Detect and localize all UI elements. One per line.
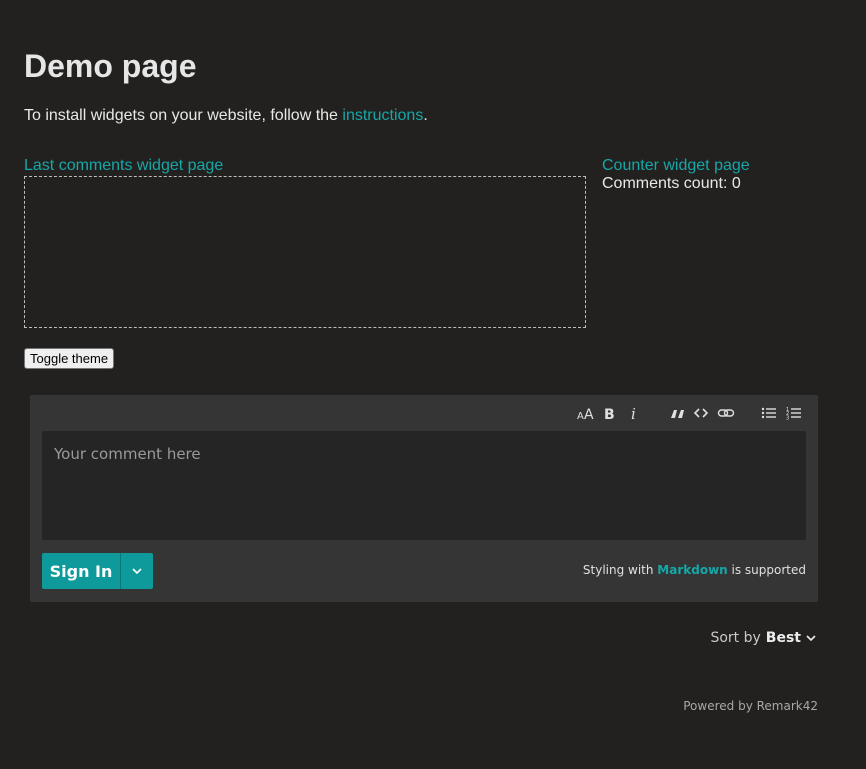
chevron-down-icon	[132, 568, 142, 574]
link-icon[interactable]	[716, 401, 736, 425]
chevron-down-icon	[806, 635, 816, 641]
sign-in-button-group: Sign In	[42, 553, 153, 589]
instructions-link[interactable]: instructions	[342, 107, 423, 124]
last-comments-widget-link[interactable]: Last comments widget page	[24, 157, 223, 175]
comment-placeholder: Your comment here	[54, 445, 201, 463]
intro-text: To install widgets on your website, foll…	[24, 107, 428, 125]
intro-suffix: .	[423, 107, 428, 124]
sort-value: Best	[765, 630, 801, 646]
bold-icon[interactable]: B	[601, 401, 617, 425]
markdown-link[interactable]: Markdown	[657, 563, 727, 577]
svg-text:i: i	[631, 406, 636, 420]
svg-text:A: A	[577, 411, 584, 420]
page-title: Demo page	[24, 48, 197, 84]
sort-label: Sort by	[710, 630, 761, 646]
intro-prefix: To install widgets on your website, foll…	[24, 107, 343, 124]
quote-icon[interactable]	[668, 401, 686, 425]
toggle-theme-button[interactable]: Toggle theme	[24, 348, 115, 369]
comment-widget: AA B i 123 Your comment here Sign In Sty…	[30, 395, 818, 602]
last-comments-widget-frame	[24, 176, 586, 328]
svg-text:3: 3	[786, 416, 789, 421]
sort-control[interactable]: Sort by Best	[710, 630, 816, 646]
markdown-prefix: Styling with	[582, 563, 658, 577]
markdown-suffix: is supported	[727, 563, 806, 577]
page: Demo page To install widgets on your web…	[0, 0, 866, 769]
sign-in-dropdown-button[interactable]	[121, 553, 153, 589]
comment-input[interactable]: Your comment here	[42, 431, 806, 540]
markdown-note: Styling with Markdown is supported	[583, 563, 806, 577]
svg-text:B: B	[604, 407, 615, 420]
sign-in-button[interactable]: Sign In	[42, 553, 120, 589]
ordered-list-icon[interactable]: 123	[785, 401, 803, 425]
svg-text:A: A	[584, 407, 594, 420]
heading-icon[interactable]: AA	[576, 401, 596, 425]
powered-by: Powered by Remark42	[683, 699, 818, 713]
editor-toolbar: AA B i 123	[30, 401, 818, 425]
unordered-list-icon[interactable]	[760, 401, 778, 425]
comments-count: Comments count: 0	[602, 175, 741, 192]
code-icon[interactable]	[692, 401, 710, 425]
counter-widget-link[interactable]: Counter widget page	[602, 157, 750, 175]
italic-icon[interactable]: i	[627, 401, 641, 425]
